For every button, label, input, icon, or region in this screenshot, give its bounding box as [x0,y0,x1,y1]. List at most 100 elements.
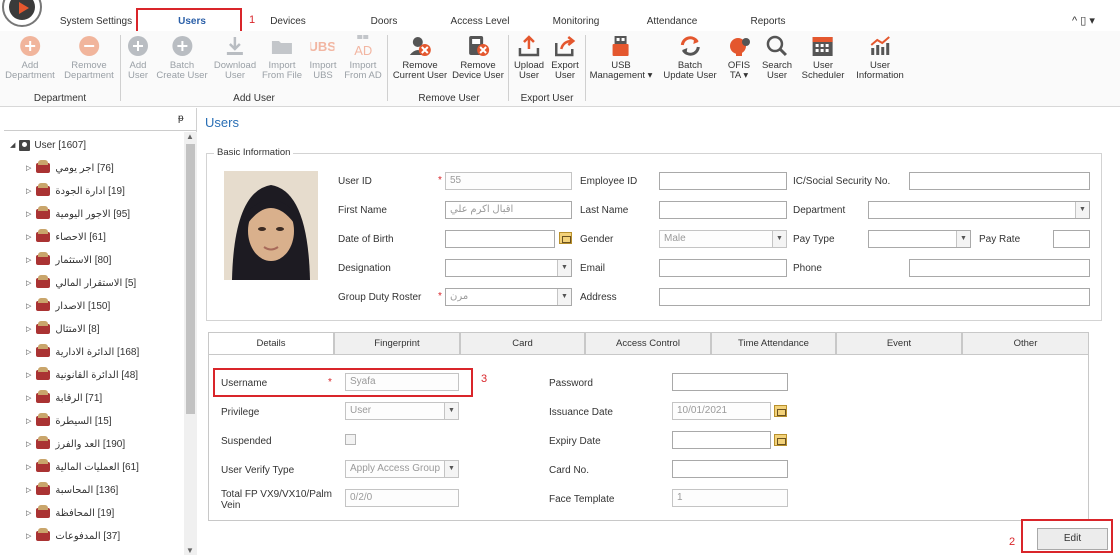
pin-icon[interactable]: ᵽ [178,113,184,124]
phone-input[interactable] [909,259,1090,277]
pay-rate-input[interactable] [1053,230,1090,248]
chevron-down-icon[interactable]: ▼ [557,260,571,276]
scroll-up-icon[interactable]: ▲ [186,132,194,141]
address-input[interactable] [659,288,1090,306]
expand-arrow-icon[interactable]: ▷ [26,210,31,218]
expand-arrow-icon[interactable]: ▷ [26,256,31,264]
last-name-input[interactable] [659,201,787,219]
email-field[interactable] [659,259,787,277]
add-department-button[interactable]: Add Department [5,35,55,81]
batch-update-user-button[interactable]: Batch Update User [663,35,717,81]
tab-doors[interactable]: Doors [371,16,398,30]
user-scheduler-button[interactable]: User Scheduler [802,35,844,81]
expand-arrow-icon[interactable]: ▷ [26,532,31,540]
export-user-button[interactable]: Export User [551,35,579,81]
chevron-down-icon[interactable]: ▼ [1075,202,1089,218]
remove-department-button[interactable]: Remove Department [64,35,114,81]
tree-item[interactable]: ▷ [168] الدائرة الادارية [26,344,139,359]
expand-arrow-icon[interactable]: ▷ [26,325,31,333]
tree-item[interactable]: ▷ [61] الاحصاء [26,229,106,244]
tree-scrollbar[interactable]: ▲ ▼ [184,132,197,555]
scroll-thumb[interactable] [186,144,195,414]
import-from-file-button[interactable]: Import From File [262,35,302,81]
tree-item[interactable]: ▷ [95] الاجور اليومية [26,206,130,221]
expand-arrow-icon[interactable]: ▷ [26,394,31,402]
password-input[interactable] [672,373,788,391]
expand-arrow-icon[interactable]: ▷ [26,187,31,195]
expand-arrow-icon[interactable]: ▷ [26,440,31,448]
tab-access-level[interactable]: Access Level [451,16,510,30]
tree-item[interactable]: ▷ [19] ادارة الجودة [26,183,125,198]
chevron-down-icon[interactable]: ▼ [557,289,571,305]
chevron-down-icon[interactable]: ▼ [956,231,970,247]
scroll-down-icon[interactable]: ▼ [186,546,194,555]
expand-arrow-icon[interactable]: ▷ [26,279,31,287]
expand-arrow-icon[interactable]: ▷ [26,417,31,425]
ic-no-input[interactable] [909,172,1090,190]
user-information-button[interactable]: User Information [856,35,904,81]
search-user-button[interactable]: Search User [762,35,792,81]
total-fp-input[interactable]: 0/2/0 [345,489,459,507]
ofis-ta-button[interactable]: OFIS TA ▾ [727,35,751,81]
gender-select[interactable]: Male ▼ [659,230,787,248]
tree-item[interactable]: ▷ [71] الرقابة [26,390,102,405]
privilege-select[interactable]: User ▼ [345,402,459,420]
tree-root-user[interactable]: ◢ User [1607] [10,138,86,152]
tab-details[interactable]: Details [208,332,334,355]
first-name-input[interactable]: اقبال اكرم علي [445,201,572,219]
tree-item[interactable]: ▷ [150] الاصدار [26,298,110,313]
tab-devices[interactable]: Devices [270,16,306,30]
calendar-icon[interactable] [774,434,787,446]
tab-reports[interactable]: Reports [750,16,785,30]
expand-arrow-icon[interactable]: ▷ [26,233,31,241]
expand-arrow-icon[interactable]: ▷ [26,164,31,172]
import-from-ad-button[interactable]: AD Import From AD [344,35,382,81]
tree-item[interactable]: ▷ [5] الاستقرار المالي [26,275,136,290]
tree-item[interactable]: ▷ [61] العمليات المالية [26,459,139,474]
upload-user-button[interactable]: Upload User [514,35,544,81]
tab-other[interactable]: Other [962,332,1089,355]
issuance-date-input[interactable]: 10/01/2021 [672,402,771,420]
calendar-icon[interactable] [559,232,572,244]
expand-arrow-icon[interactable]: ◢ [10,141,15,149]
calendar-icon[interactable] [774,405,787,417]
suspended-checkbox[interactable] [345,434,356,445]
remove-device-user-button[interactable]: Remove Device User [452,35,504,81]
tab-card[interactable]: Card [460,332,585,355]
download-user-button[interactable]: Download User [214,35,256,81]
expiry-date-input[interactable] [672,431,771,449]
tree-item[interactable]: ▷ [190] العد والفرز [26,436,125,451]
tree-item[interactable]: ▷ [48] الدائرة القانونية [26,367,138,382]
date-of-birth-input[interactable] [445,230,555,248]
app-logo-icon[interactable] [2,0,42,27]
expand-arrow-icon[interactable]: ▷ [26,302,31,310]
department-select[interactable]: ▼ [868,201,1090,219]
tab-system-settings[interactable]: System Settings [60,16,132,30]
expand-arrow-icon[interactable]: ▷ [26,509,31,517]
tab-event[interactable]: Event [836,332,962,355]
group-duty-roster-select[interactable]: مرن ▼ [445,288,572,306]
remove-current-user-button[interactable]: Remove Current User [393,35,447,81]
import-ubs-button[interactable]: UBS Import UBS [309,35,337,81]
chevron-down-icon[interactable]: ▼ [444,403,458,419]
tree-item[interactable]: ▷ [8] الامتثال [26,321,99,336]
tree-item[interactable]: ▷ [19] المحافظة [26,505,114,520]
usb-management-button[interactable]: USB Management ▾ [590,35,652,81]
tree-item[interactable]: ▷ [76] اجر يومي [26,160,114,175]
chevron-down-icon[interactable]: ▼ [444,461,458,477]
expand-arrow-icon[interactable]: ▷ [26,486,31,494]
user-verify-type-select[interactable]: Apply Access Group ▼ [345,460,459,478]
tree-item[interactable]: ▷ [37] المدفوعات [26,528,120,543]
batch-create-user-button[interactable]: Batch Create User [156,35,208,81]
tree-item[interactable]: ▷ [80] الاستثمار [26,252,111,267]
add-user-button[interactable]: Add User [126,35,150,81]
window-controls[interactable]: ^ ▯ ▾ [1072,14,1095,27]
chevron-down-icon[interactable]: ▼ [772,231,786,247]
tree-item[interactable]: ▷ [15] السيطرة [26,413,112,428]
pay-type-select[interactable]: ▼ [868,230,971,248]
tab-access-control[interactable]: Access Control [585,332,711,355]
tab-time-attendance[interactable]: Time Attendance [711,332,836,355]
expand-arrow-icon[interactable]: ▷ [26,463,31,471]
face-template-input[interactable]: 1 [672,489,788,507]
card-no-input[interactable] [672,460,788,478]
